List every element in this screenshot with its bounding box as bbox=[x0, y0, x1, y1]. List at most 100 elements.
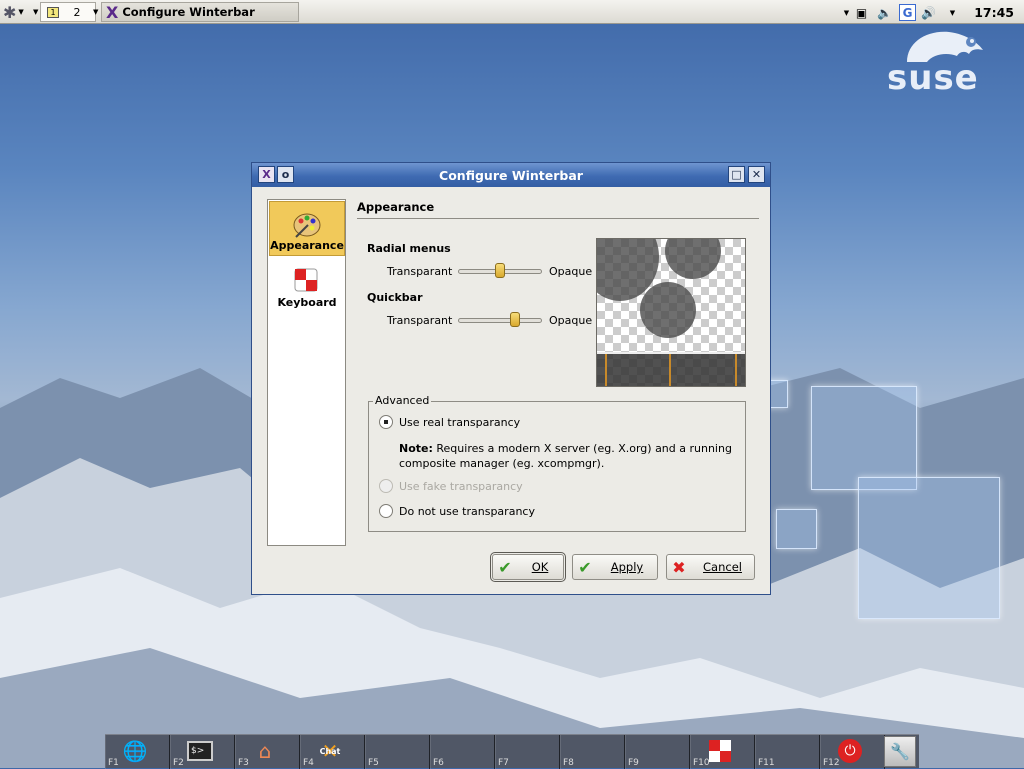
gear-menu-icon: ✱ bbox=[3, 2, 17, 22]
note-bold: Note: bbox=[399, 442, 433, 455]
key-label: F8 bbox=[563, 758, 574, 768]
task-title: Configure Winterbar bbox=[122, 5, 255, 19]
key-label: F9 bbox=[628, 758, 639, 768]
palette-icon bbox=[293, 213, 321, 238]
volume-icon[interactable]: 🔈 bbox=[876, 4, 893, 21]
quickbar-f6[interactable]: F6 bbox=[430, 735, 495, 769]
preview-quickbar bbox=[597, 352, 745, 386]
dialog-title: Configure Winterbar bbox=[439, 167, 583, 183]
apply-label: Apply bbox=[610, 560, 644, 574]
quickbar-f10[interactable]: F10 bbox=[690, 735, 755, 769]
quickbar-f8[interactable]: F8 bbox=[560, 735, 625, 769]
slider-track bbox=[458, 318, 542, 323]
no-transparency-radio[interactable] bbox=[379, 504, 393, 518]
sticky-button[interactable]: o bbox=[277, 166, 294, 183]
x-app-icon: X bbox=[106, 2, 119, 22]
quickbar-opaque-label: Opaque bbox=[549, 314, 593, 327]
note-line-1: Requires a modern X server (eg. X.org) a… bbox=[436, 442, 732, 455]
apply-button[interactable]: ✔ Apply bbox=[572, 554, 658, 580]
note-text: Note: Requires a modern X server (eg. X.… bbox=[399, 442, 732, 455]
quickbar-f2[interactable]: $> F2 bbox=[170, 735, 235, 769]
close-button[interactable]: ✕ bbox=[748, 166, 765, 183]
preview-separator bbox=[605, 354, 607, 386]
workspace-2[interactable]: 2 bbox=[65, 3, 89, 21]
chevron-down-icon[interactable]: ▼ bbox=[93, 2, 100, 22]
sidebar-item-label: Keyboard bbox=[277, 296, 337, 309]
decorative-glass-square bbox=[776, 509, 817, 549]
quickbar-f12[interactable]: ⏻ F12 bbox=[820, 735, 885, 769]
cancel-label: Cancel bbox=[703, 560, 742, 574]
quickbar-f5[interactable]: F5 bbox=[365, 735, 430, 769]
google-icon[interactable]: G bbox=[899, 4, 916, 21]
quickbar-transparent-label: Transparant bbox=[387, 314, 453, 327]
suse-logo: suse bbox=[887, 28, 987, 98]
quickbar-heading: Quickbar bbox=[367, 291, 423, 304]
use-fake-transparency-label: Use fake transparancy bbox=[399, 480, 523, 493]
page-title: Appearance bbox=[357, 200, 435, 214]
suse-logo-text: suse bbox=[887, 58, 979, 98]
window-menu-icon[interactable]: X bbox=[258, 166, 275, 183]
ok-button[interactable]: ✔ OK bbox=[490, 552, 566, 582]
slider-thumb[interactable] bbox=[510, 312, 520, 327]
cancel-button[interactable]: ✖ Cancel bbox=[666, 554, 755, 580]
main-menu-button[interactable]: ✱ ▼ bbox=[3, 2, 33, 22]
quickbar-f4[interactable]: ✕ Chat F4 bbox=[300, 735, 365, 769]
use-real-transparency-radio[interactable] bbox=[379, 415, 393, 429]
check-icon: ✔ bbox=[498, 557, 512, 577]
notes-icon[interactable]: ▣ bbox=[853, 4, 870, 21]
radial-transparent-label: Transparant bbox=[387, 265, 453, 278]
taskbar-item-configure-winterbar[interactable]: X Configure Winterbar bbox=[101, 2, 299, 22]
preview-circle bbox=[640, 282, 696, 338]
key-label: F3 bbox=[238, 758, 249, 768]
quickbar-f3[interactable]: ⌂ F3 bbox=[235, 735, 300, 769]
chat-icon-text: Chat bbox=[319, 747, 341, 756]
wrench-icon[interactable]: 🔧 bbox=[884, 736, 916, 767]
speaker-icon[interactable]: 🔊 bbox=[920, 4, 937, 21]
clock[interactable]: 17:45 bbox=[974, 2, 1014, 22]
maximize-button[interactable]: □ bbox=[728, 166, 745, 183]
sidebar-item-label: Appearance bbox=[270, 239, 344, 252]
quickbar-f1[interactable]: 🌐 F1 bbox=[105, 735, 170, 769]
radial-opacity-slider[interactable] bbox=[458, 263, 542, 278]
configure-winterbar-dialog: Configure Winterbar X o □ ✕ Appearance K… bbox=[251, 162, 771, 595]
key-label: F5 bbox=[368, 758, 379, 768]
dialog-titlebar[interactable]: Configure Winterbar bbox=[252, 163, 770, 187]
top-panel: ✱ ▼ ▼ 1 2 ▼ X Configure Winterbar ▼ ▣ 🔈 … bbox=[0, 0, 1024, 24]
quickbar-f7[interactable]: F7 bbox=[495, 735, 560, 769]
use-real-transparency-label[interactable]: Use real transparancy bbox=[399, 416, 520, 429]
no-transparency-label[interactable]: Do not use transparancy bbox=[399, 505, 535, 518]
chevron-down-icon: ▼ bbox=[18, 8, 24, 16]
key-label: F4 bbox=[303, 758, 314, 768]
preview-separator bbox=[669, 354, 671, 386]
check-icon: ✔ bbox=[578, 557, 592, 577]
key-label: F11 bbox=[758, 758, 775, 768]
workspace-switcher: 1 2 bbox=[40, 2, 96, 22]
cancel-x-icon: ✖ bbox=[672, 557, 686, 577]
key-label: F10 bbox=[693, 758, 710, 768]
advanced-legend: Advanced bbox=[373, 394, 432, 407]
globe-icon: 🌐 bbox=[122, 739, 148, 763]
chat-icon: ✕ Chat bbox=[319, 739, 341, 763]
chevron-down-icon[interactable]: ▼ bbox=[944, 4, 961, 21]
quickbar-f11[interactable]: F11 bbox=[755, 735, 820, 769]
quickbar-opacity-slider[interactable] bbox=[458, 312, 542, 327]
key-label: F7 bbox=[498, 758, 509, 768]
decorative-glass-square bbox=[858, 477, 1000, 619]
quickbar-f9[interactable]: F9 bbox=[625, 735, 690, 769]
decorative-glass-square bbox=[811, 386, 917, 490]
workspace-1[interactable]: 1 bbox=[41, 3, 65, 21]
key-label: F6 bbox=[433, 758, 444, 768]
transparency-preview bbox=[596, 238, 746, 387]
slider-thumb[interactable] bbox=[495, 263, 505, 278]
note-line-2: composite manager (eg. xcompmgr). bbox=[399, 457, 605, 470]
sidebar-item-keyboard[interactable]: Keyboard bbox=[269, 257, 345, 312]
key-label: F12 bbox=[823, 758, 840, 768]
sidebar-item-appearance[interactable]: Appearance bbox=[269, 201, 345, 256]
quickbar: 🌐 F1 $> F2 ⌂ F3 ✕ Chat F4 F5 F6 F7 F8 F9 F10 … bbox=[105, 734, 919, 769]
settings-sidebar: Appearance Keyboard bbox=[267, 199, 346, 546]
radial-opaque-label: Opaque bbox=[549, 265, 593, 278]
chevron-down-icon[interactable]: ▼ bbox=[33, 2, 40, 22]
home-icon: ⌂ bbox=[258, 739, 272, 763]
key-label: F1 bbox=[108, 758, 119, 768]
terminal-icon: $> bbox=[185, 738, 215, 764]
